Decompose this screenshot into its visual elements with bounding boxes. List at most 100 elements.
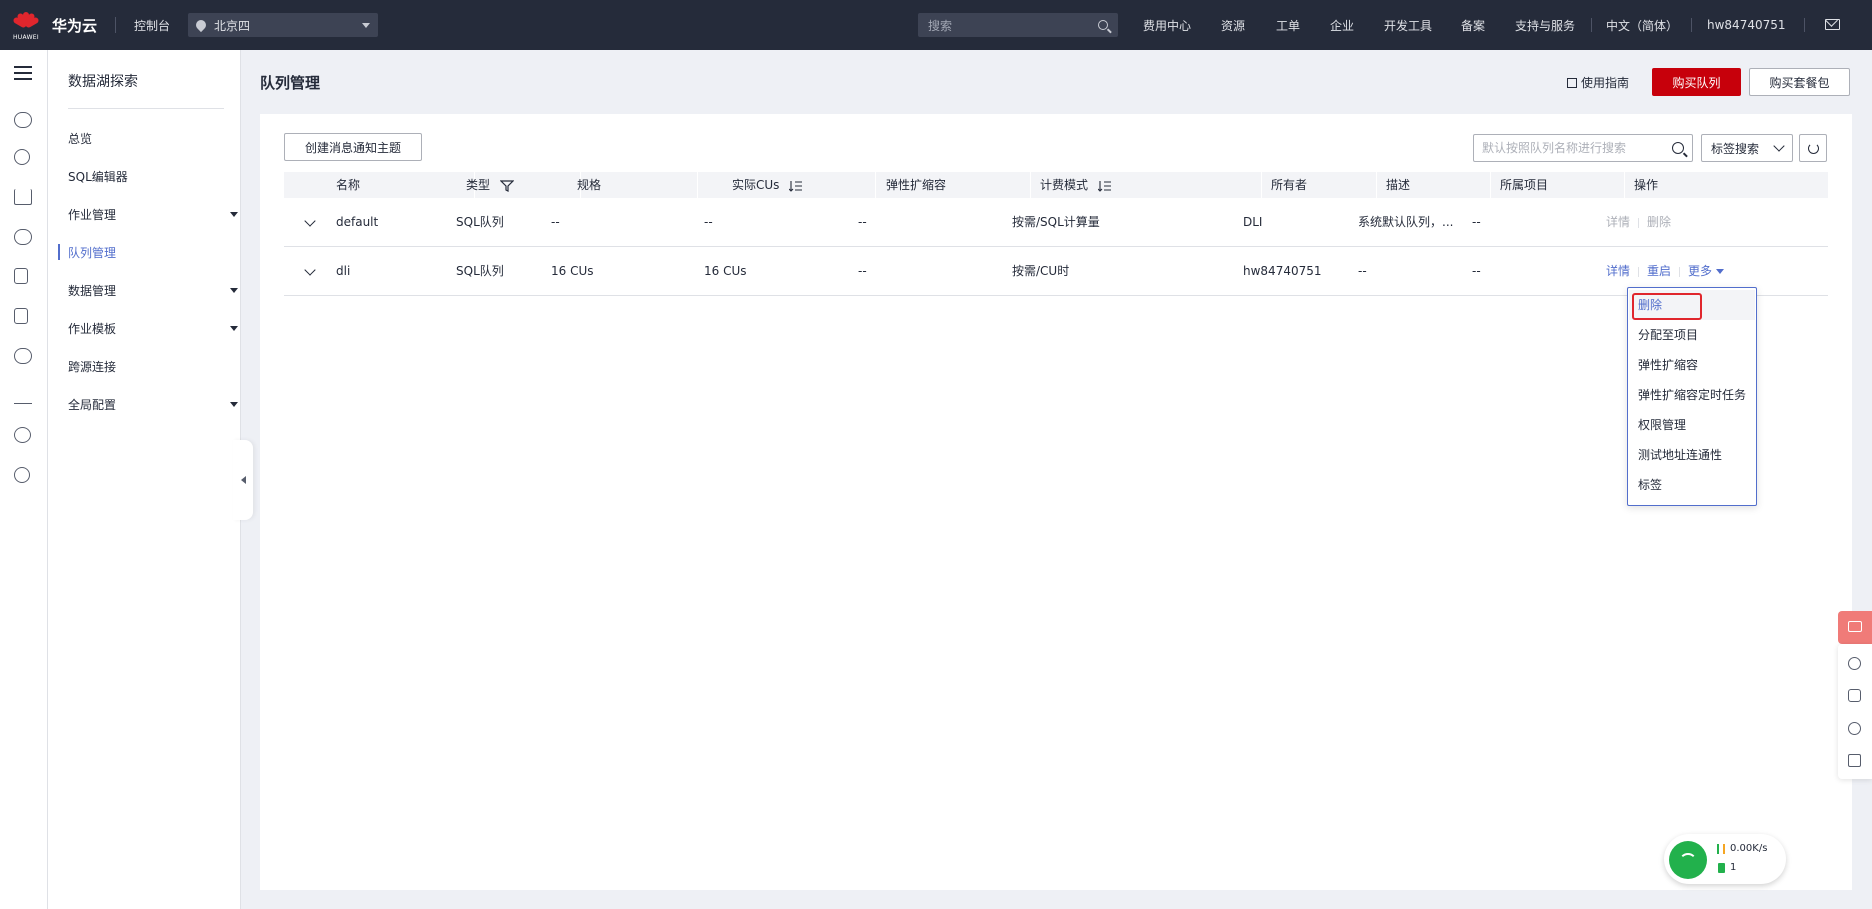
global-search-input[interactable]: 搜索 — [918, 13, 1118, 37]
menu-item-scheduled-scaling[interactable]: 弹性扩缩容定时任务 — [1638, 385, 1746, 405]
feedback-button[interactable] — [1838, 611, 1872, 644]
column-header-type-label: 类型 — [466, 178, 491, 192]
network-speed-widget[interactable]: 0.00K/s 1 — [1664, 834, 1786, 884]
queue-elastic: -- — [858, 264, 867, 278]
menu-item-label: 全局配置 — [68, 398, 117, 412]
column-header-project: 所属项目 — [1500, 178, 1549, 192]
menu-item-tags[interactable]: 标签 — [1638, 475, 1662, 495]
globe-icon[interactable] — [14, 427, 31, 443]
more-dropdown[interactable]: 更多 — [1688, 264, 1725, 278]
menu-item-job-templates[interactable]: 作业模板 — [68, 319, 238, 339]
cluster-icon[interactable] — [14, 149, 30, 165]
queue-search-field[interactable] — [1473, 134, 1693, 162]
queue-spec: 16 CUs — [551, 264, 594, 278]
column-header-actions: 操作 — [1634, 178, 1659, 192]
divider — [1638, 266, 1640, 277]
divider — [875, 172, 876, 198]
details-link[interactable]: 详情 — [1606, 215, 1630, 229]
expand-row-icon[interactable] — [304, 215, 316, 227]
create-topic-button[interactable]: 创建消息通知主题 — [284, 133, 422, 161]
refresh-button[interactable] — [1799, 134, 1827, 162]
cloud-icon[interactable] — [14, 348, 32, 364]
filter-icon[interactable] — [499, 179, 515, 192]
column-header-type: 类型 — [466, 172, 515, 198]
mail-icon[interactable] — [1825, 19, 1840, 30]
sort-icon[interactable] — [1097, 180, 1112, 192]
chevron-down-icon — [230, 326, 238, 331]
cloud-database-icon[interactable] — [14, 229, 32, 245]
console-link[interactable]: 控制台 — [134, 17, 170, 34]
smile-icon[interactable] — [1848, 657, 1861, 670]
queue-name: default — [336, 215, 379, 229]
sort-icon[interactable] — [788, 180, 803, 192]
queue-project: -- — [1472, 264, 1481, 278]
restart-link[interactable]: 重启 — [1647, 264, 1671, 278]
nav-support[interactable]: 支持与服务 — [1515, 0, 1575, 50]
active-indicator — [58, 244, 60, 260]
nav-enterprise[interactable]: 企业 — [1330, 0, 1354, 50]
headset-icon[interactable] — [1848, 689, 1861, 702]
tag-search-button[interactable]: 标签搜索 — [1701, 134, 1793, 162]
menu-item-elastic-scaling[interactable]: 弹性扩缩容 — [1638, 355, 1698, 375]
expand-row-icon[interactable] — [304, 264, 316, 276]
menu-item-job-management[interactable]: 作业管理 — [68, 205, 238, 225]
queue-search-input[interactable] — [1482, 141, 1662, 155]
message-icon[interactable] — [14, 467, 30, 483]
nav-dev-tools[interactable]: 开发工具 — [1384, 0, 1432, 50]
menu-item-sql-editor[interactable]: SQL编辑器 — [68, 167, 238, 187]
battery-icon — [1718, 863, 1725, 873]
search-icon[interactable] — [1672, 142, 1684, 154]
menu-item-queue-management[interactable]: 队列管理 — [68, 243, 238, 263]
nav-billing[interactable]: 费用中心 — [1143, 0, 1191, 50]
delete-link[interactable]: 删除 — [1647, 215, 1671, 229]
menu-icon[interactable] — [14, 66, 32, 80]
side-menu: 数据湖探索 总览 SQL编辑器 作业管理 队列管理 数据管理 作业模板 跨源连接… — [48, 50, 241, 909]
service-rail — [0, 50, 48, 909]
brand-name[interactable]: 华为云 — [52, 15, 97, 36]
document-icon[interactable] — [14, 268, 28, 284]
transfer-arrows-icon — [1717, 844, 1725, 854]
menu-item-permissions[interactable]: 权限管理 — [1638, 415, 1686, 435]
cloud-service-icon[interactable] — [14, 112, 32, 128]
menu-item-overview[interactable]: 总览 — [68, 129, 238, 149]
nav-username[interactable]: hw84740751 — [1707, 0, 1786, 50]
menu-item-label: 队列管理 — [68, 246, 117, 260]
collapse-sidebar-button[interactable] — [233, 440, 253, 520]
buy-queue-button[interactable]: 购买队列 — [1652, 68, 1741, 96]
divider — [697, 172, 698, 198]
nav-resources[interactable]: 资源 — [1221, 0, 1245, 50]
menu-item-test-connectivity[interactable]: 测试地址连通性 — [1638, 445, 1722, 465]
queue-elastic: -- — [858, 215, 867, 229]
menu-item-global-config[interactable]: 全局配置 — [68, 395, 238, 415]
divider — [115, 17, 117, 33]
network-speed: 0.00K/s — [1730, 843, 1768, 854]
menu-item-assign-project[interactable]: 分配至项目 — [1638, 325, 1698, 345]
chart-icon[interactable] — [14, 189, 32, 205]
nav-tickets[interactable]: 工单 — [1276, 0, 1300, 50]
chevron-down-icon — [362, 22, 371, 28]
edit-icon — [1567, 77, 1577, 88]
buy-package-button[interactable]: 购买套餐包 — [1749, 68, 1850, 96]
nav-icp[interactable]: 备案 — [1461, 0, 1485, 50]
help-icon[interactable] — [1848, 722, 1861, 735]
column-header-billing: 计费模式 — [1040, 172, 1112, 198]
anchor-icon[interactable] — [14, 388, 32, 404]
queue-owner: DLI — [1243, 215, 1263, 229]
queue-type: SQL队列 — [456, 215, 504, 229]
huawei-logo[interactable]: HUAWEI — [0, 0, 52, 50]
menu-item-cross-source[interactable]: 跨源连接 — [68, 357, 238, 377]
queue-billing: 按需/CU时 — [1012, 264, 1070, 278]
file-icon[interactable] — [14, 308, 28, 324]
region-selector[interactable]: 北京四 — [188, 13, 379, 37]
user-guide-link[interactable]: 使用指南 — [1567, 74, 1629, 91]
nav-language[interactable]: 中文（简体） — [1606, 0, 1678, 50]
menu-item-label: SQL编辑器 — [68, 170, 128, 184]
menu-item-data-management[interactable]: 数据管理 — [68, 281, 238, 301]
search-icon[interactable] — [1098, 20, 1108, 30]
queue-actual-cus: 16 CUs — [704, 264, 747, 278]
column-header-name: 名称 — [336, 178, 361, 192]
details-link[interactable]: 详情 — [1606, 264, 1630, 278]
checklist-icon[interactable] — [1848, 754, 1861, 767]
chevron-down-icon — [230, 212, 238, 217]
global-search-placeholder: 搜索 — [928, 18, 953, 33]
